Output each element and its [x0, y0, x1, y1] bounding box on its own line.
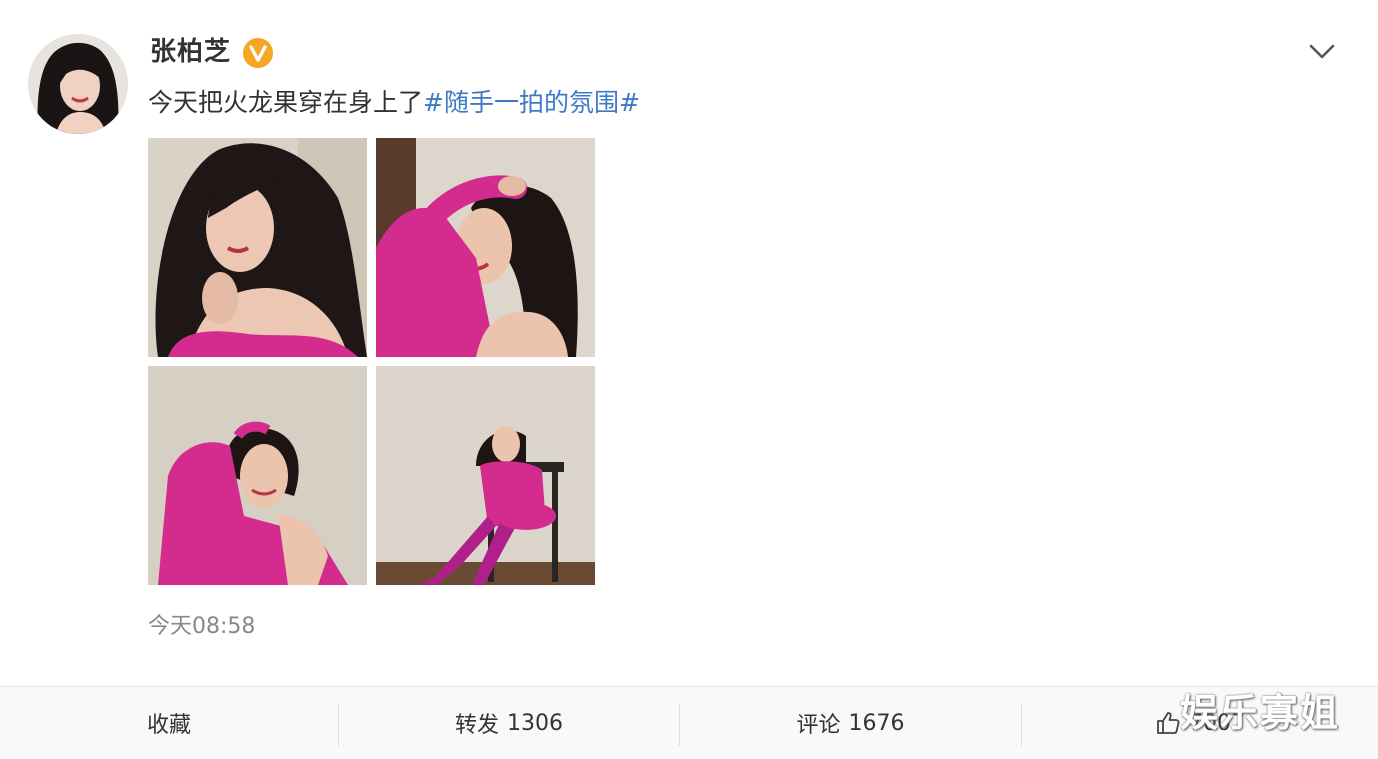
- comment-count: 1676: [848, 710, 905, 736]
- comment-button[interactable]: 评论 1676: [680, 687, 1021, 759]
- photo-thumbnail-3[interactable]: [148, 366, 367, 585]
- photo-thumbnail-2[interactable]: [376, 138, 595, 357]
- hashtag-link[interactable]: #随手一拍的氛围#: [423, 88, 640, 117]
- repost-count: 1306: [507, 710, 563, 736]
- action-bar: 收藏 转发 1306 评论 1676 7007: [0, 686, 1378, 759]
- thumbs-up-icon: [1155, 710, 1181, 736]
- post-text: 今天把火龙果穿在身上了#随手一拍的氛围#: [148, 86, 640, 120]
- weibo-post-card: 张柏芝 今天把火龙果穿在身上了#随手一拍的氛围# 今天08:58 收藏 转发 1…: [0, 0, 1378, 759]
- favorite-label: 收藏: [146, 713, 191, 738]
- watermark-text: 娱乐寡姐: [1180, 691, 1341, 735]
- post-body: 今天把火龙果穿在身上了: [148, 88, 424, 117]
- comment-label: 评论: [796, 713, 841, 738]
- repost-button[interactable]: 转发 1306: [339, 687, 679, 759]
- favorite-button[interactable]: 收藏: [0, 687, 338, 759]
- photo-thumbnail-1[interactable]: [148, 138, 367, 357]
- verified-badge-icon: [242, 37, 274, 69]
- chevron-down-icon[interactable]: [1306, 38, 1338, 64]
- post-timestamp[interactable]: 今天08:58: [148, 612, 255, 642]
- username[interactable]: 张柏芝: [150, 34, 231, 70]
- avatar[interactable]: [28, 34, 128, 134]
- repost-label: 转发: [454, 713, 499, 738]
- photo-thumbnail-4[interactable]: [376, 366, 595, 585]
